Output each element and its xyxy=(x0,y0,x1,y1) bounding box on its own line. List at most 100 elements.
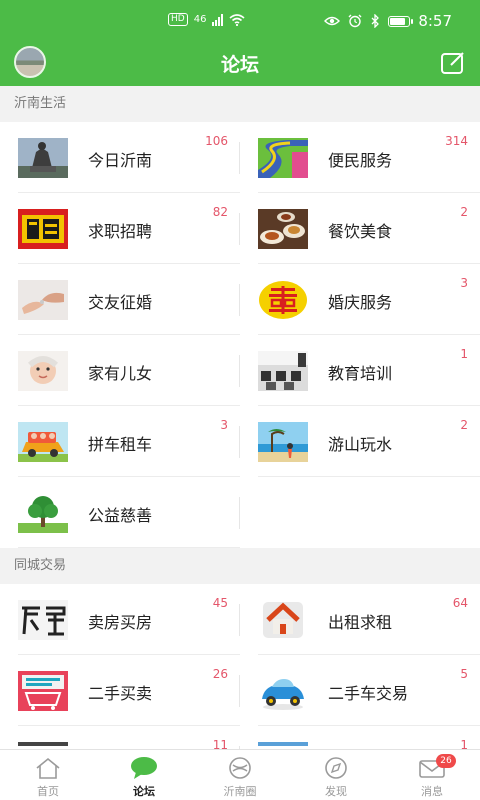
board-label: 今日沂南 xyxy=(88,151,153,170)
forum-board-item[interactable]: 二手买卖 26 xyxy=(0,655,240,726)
post-count: 1 xyxy=(460,347,468,361)
unread-badge: 26 xyxy=(436,754,456,768)
partial-thumbnail xyxy=(258,742,308,749)
post-count: 5 xyxy=(460,667,468,681)
status-bar: HD 46 8:57 xyxy=(0,0,480,42)
board-label: 游山玩水 xyxy=(328,435,393,454)
post-count: 11 xyxy=(212,738,228,749)
board-label: 餐饮美食 xyxy=(328,222,393,241)
board-label: 家有儿女 xyxy=(88,364,153,383)
forum-board-item[interactable]: 出租求租 64 xyxy=(240,584,480,655)
forum-board-item[interactable]: 1 xyxy=(240,726,480,749)
compose-icon[interactable] xyxy=(440,50,466,76)
tab-label: 发现 xyxy=(325,785,347,798)
toy-car-thumbnail xyxy=(258,671,308,711)
hire-thumbnail xyxy=(18,209,68,249)
battery-icon xyxy=(388,15,414,27)
tab-home[interactable]: 首页 xyxy=(0,750,96,800)
forum-board-item[interactable]: 婚庆服务 3 xyxy=(240,264,480,335)
post-count: 64 xyxy=(452,596,468,610)
statue-thumbnail xyxy=(18,138,68,178)
hd-indicator: HD xyxy=(168,13,188,26)
section-grid-life: 今日沂南 106 便民服务 314 求职招聘 82 餐饮美食 2 交友征婚 婚庆… xyxy=(0,122,480,548)
post-count: 2 xyxy=(460,418,468,432)
board-label: 二手车交易 xyxy=(328,684,409,703)
chat-bubble-icon xyxy=(131,757,157,779)
forum-board-item[interactable]: 餐饮美食 2 xyxy=(240,193,480,264)
tab-messages[interactable]: 26 消息 xyxy=(384,750,480,800)
tree-thumbnail xyxy=(18,493,68,533)
forum-board-item[interactable]: 交友征婚 xyxy=(0,264,240,335)
bluetooth-icon xyxy=(371,14,380,28)
board-label: 教育培训 xyxy=(328,364,393,383)
empty-cell xyxy=(240,477,480,548)
eye-icon xyxy=(324,16,341,26)
status-left: HD 46 xyxy=(168,13,245,26)
forum-board-item[interactable]: 教育培训 1 xyxy=(240,335,480,406)
tab-yinan-circle[interactable]: 沂南圈 xyxy=(192,750,288,800)
section-grid-trade: 卖房买房 45 出租求租 64 二手买卖 26 二手车交易 5 11 1 xyxy=(0,584,480,749)
cart-thumbnail xyxy=(18,671,68,711)
forum-board-item[interactable]: 今日沂南 106 xyxy=(0,122,240,193)
board-label: 交友征婚 xyxy=(88,293,153,312)
board-label: 公益慈善 xyxy=(88,506,153,525)
tab-discover[interactable]: 发现 xyxy=(288,750,384,800)
board-label: 求职招聘 xyxy=(88,222,153,241)
board-label: 卖房买房 xyxy=(88,613,153,632)
house-thumbnail xyxy=(258,600,308,640)
signal-icon xyxy=(212,13,224,26)
post-count: 3 xyxy=(220,418,228,432)
post-count: 2 xyxy=(460,205,468,219)
forum-board-item[interactable]: 二手车交易 5 xyxy=(240,655,480,726)
board-label: 出租求租 xyxy=(328,613,393,632)
tab-forum[interactable]: 论坛 xyxy=(96,750,192,800)
section-title: 沂南生活 xyxy=(0,86,480,122)
post-count: 3 xyxy=(460,276,468,290)
beach-thumbnail xyxy=(258,422,308,462)
wifi-icon xyxy=(229,13,245,26)
page-title: 论坛 xyxy=(220,54,259,76)
partial-thumbnail xyxy=(18,742,68,749)
signal-type: 46 xyxy=(193,14,207,25)
home-icon xyxy=(36,757,60,779)
post-count: 106 xyxy=(205,134,228,148)
tab-label: 论坛 xyxy=(133,785,155,798)
forum-board-item[interactable]: 卖房买房 45 xyxy=(0,584,240,655)
classroom-thumbnail xyxy=(258,351,308,391)
post-count: 82 xyxy=(212,205,228,219)
forum-board-item[interactable]: 11 xyxy=(0,726,240,749)
board-label: 拼车租车 xyxy=(88,435,153,454)
header-bar: 论坛 xyxy=(0,42,480,86)
forum-board-item[interactable]: 家有儿女 xyxy=(0,335,240,406)
baby-thumbnail xyxy=(18,351,68,391)
double-happiness-thumbnail xyxy=(258,280,308,320)
carpool-thumbnail xyxy=(18,422,68,462)
post-count: 26 xyxy=(212,667,228,681)
tab-label: 首页 xyxy=(37,785,59,798)
forum-board-item[interactable]: 求职招聘 82 xyxy=(0,193,240,264)
board-label: 婚庆服务 xyxy=(328,293,393,312)
forum-board-item[interactable]: 便民服务 314 xyxy=(240,122,480,193)
post-count: 45 xyxy=(212,596,228,610)
fangwu-thumbnail xyxy=(18,600,68,640)
status-right: 8:57 xyxy=(324,12,452,30)
tab-label: 沂南圈 xyxy=(223,785,257,798)
section-title: 同城交易 xyxy=(0,548,480,584)
road-thumbnail xyxy=(258,138,308,178)
hands-thumbnail xyxy=(18,280,68,320)
forum-board-item[interactable]: 拼车租车 3 xyxy=(0,406,240,477)
forum-content[interactable]: 沂南生活 今日沂南 106 便民服务 314 求职招聘 82 餐饮美食 2 交友… xyxy=(0,86,480,749)
tab-label: 消息 xyxy=(421,785,443,798)
discover-icon xyxy=(325,757,347,779)
bottom-tab-bar: 首页 论坛 沂南圈 发现 26 消息 xyxy=(0,749,480,800)
board-label: 便民服务 xyxy=(328,151,393,170)
forum-board-item[interactable]: 公益慈善 xyxy=(0,477,240,548)
clock: 8:57 xyxy=(418,12,452,30)
forum-board-item[interactable]: 游山玩水 2 xyxy=(240,406,480,477)
alarm-icon xyxy=(348,14,362,28)
food-thumbnail xyxy=(258,209,308,249)
compass-icon xyxy=(229,757,251,779)
board-label: 二手买卖 xyxy=(88,684,153,703)
post-count: 314 xyxy=(445,134,468,148)
post-count: 1 xyxy=(460,738,468,749)
